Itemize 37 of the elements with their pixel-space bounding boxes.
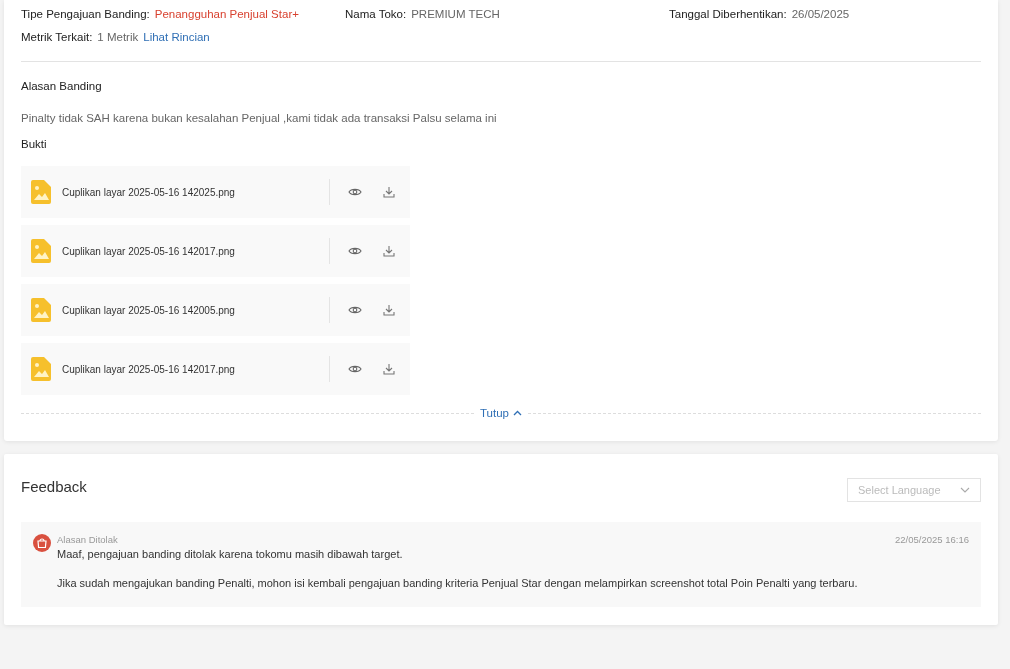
details-link[interactable]: Lihat Rincian bbox=[143, 31, 210, 43]
message-text: Maaf, pengajuan banding ditolak karena tokomu masih dibawah target. bbox=[57, 548, 404, 560]
field-label: Tipe Pengajuan Banding: bbox=[21, 8, 150, 20]
eye-icon[interactable] bbox=[348, 187, 362, 197]
field-value: PREMIUM TECH bbox=[411, 8, 500, 20]
section-title: Bukti bbox=[21, 138, 48, 150]
section-title: Alasan Banding bbox=[21, 80, 103, 92]
message-time: 22/05/2025 16:16 bbox=[895, 534, 969, 545]
message-text: Jika sudah mengajukan banding Penalti, mohon isi kembali pengajuan banding kriteria Penjual Star dengan melampirkan screenshot total Poin Penalti yang terbaru. bbox=[57, 577, 859, 589]
message-label: Alasan Ditolak bbox=[57, 534, 118, 545]
file-name: Cuplikan layar 2025-05-16 142025.png bbox=[62, 186, 236, 198]
file-name: Cuplikan layar 2025-05-16 142005.png bbox=[62, 304, 236, 316]
field-value: 1 Metrik bbox=[97, 31, 139, 43]
field-value: 26/05/2025 bbox=[791, 8, 850, 20]
download-icon[interactable] bbox=[383, 304, 395, 316]
eye-icon[interactable] bbox=[348, 305, 362, 315]
feedback-title: Feedback bbox=[21, 477, 87, 495]
image-file-icon bbox=[31, 239, 51, 263]
reason-text: Pinalty tidak SAH karena bukan kesalahan Penjual ,kami tidak ada transaksi Palsu selama ini bbox=[21, 112, 498, 124]
field-label: Metrik Terkait: bbox=[21, 31, 93, 43]
field-label: Tanggal Diberhentikan: bbox=[669, 8, 787, 20]
image-file-icon bbox=[31, 298, 51, 322]
image-file-icon bbox=[31, 180, 51, 204]
field-value: Penangguhan Penjual Star+ bbox=[154, 8, 299, 20]
eye-icon[interactable] bbox=[348, 364, 362, 374]
download-icon[interactable] bbox=[383, 363, 395, 375]
eye-icon[interactable] bbox=[348, 246, 362, 256]
file-name: Cuplikan layar 2025-05-16 142017.png bbox=[62, 245, 236, 257]
download-icon[interactable] bbox=[383, 245, 395, 257]
chevron-icon bbox=[513, 410, 522, 416]
download-icon[interactable] bbox=[383, 186, 395, 198]
chevron-down-icon bbox=[960, 487, 970, 493]
field-label: Nama Toko: bbox=[345, 8, 407, 20]
image-file-icon bbox=[31, 357, 51, 381]
file-name: Cuplikan layar 2025-05-16 142017.png bbox=[62, 363, 236, 375]
shop-bag-icon bbox=[33, 534, 51, 552]
collapse-link[interactable]: Tutup bbox=[480, 407, 522, 419]
